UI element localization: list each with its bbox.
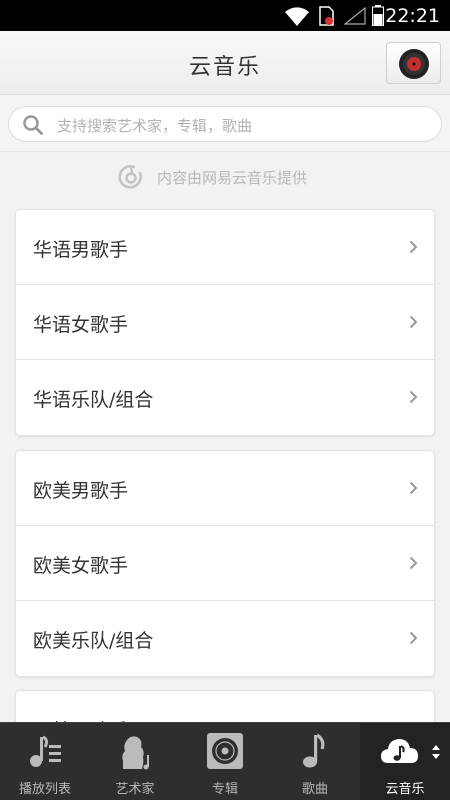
- bottom-tab-bar: 播放列表 艺术家 专辑 歌曲 云音乐: [0, 722, 450, 800]
- netease-music-logo-icon: [118, 165, 142, 189]
- category-group: 华语男歌手 华语女歌手 华语乐队/组合: [15, 209, 435, 436]
- tab-label: 歌曲: [301, 782, 328, 797]
- album-icon: [207, 733, 243, 769]
- chevron-right-icon: [409, 556, 418, 570]
- tab-label: 专辑: [211, 782, 238, 797]
- list-item-label: 华语男歌手: [33, 239, 129, 261]
- search-area: 支持搜索艺术家，专辑，歌曲: [0, 96, 450, 152]
- status-time: 22:21: [385, 5, 440, 27]
- list-item-label: 欧美女歌手: [33, 555, 129, 577]
- cloud-music-icon: [381, 739, 418, 763]
- song-icon: [303, 733, 325, 768]
- record-disc-icon: [399, 49, 429, 79]
- tab-playlist[interactable]: 播放列表: [0, 723, 90, 800]
- list-item-label: 华语女歌手: [33, 314, 129, 336]
- provider-text: 内容由网易云音乐提供: [157, 169, 308, 187]
- tab-cloud-music[interactable]: 云音乐: [360, 723, 450, 800]
- list-item[interactable]: 欧美男歌手: [16, 451, 434, 526]
- list-item-label: 华语乐队/组合: [33, 389, 154, 411]
- provider-notice: 内容由网易云音乐提供: [0, 160, 450, 196]
- list-item-label: 欧美男歌手: [33, 480, 129, 502]
- expand-arrows-icon[interactable]: [431, 743, 441, 761]
- app-header: 云音乐: [0, 31, 450, 95]
- list-item[interactable]: 欧美乐队/组合: [16, 601, 434, 676]
- search-placeholder: 支持搜索艺术家，专辑，歌曲: [57, 117, 253, 135]
- chevron-right-icon: [409, 481, 418, 495]
- category-group: 欧美男歌手 欧美女歌手 欧美乐队/组合: [15, 450, 435, 677]
- list-item[interactable]: 华语女歌手: [16, 285, 434, 360]
- page-title: 云音乐: [188, 55, 261, 80]
- status-bar: 22:21: [0, 0, 450, 31]
- chevron-right-icon: [409, 631, 418, 645]
- wifi-icon: [285, 7, 309, 26]
- now-playing-button[interactable]: [386, 42, 441, 84]
- list-item[interactable]: 欧美女歌手: [16, 526, 434, 601]
- tab-album[interactable]: 专辑: [180, 723, 270, 800]
- sim-card-icon: [319, 6, 334, 26]
- battery-icon: [372, 5, 384, 26]
- list-item[interactable]: 华语男歌手: [16, 210, 434, 285]
- signal-icon: [344, 7, 366, 25]
- tab-label: 云音乐: [385, 782, 425, 797]
- list-item[interactable]: 华语乐队/组合: [16, 360, 434, 435]
- playlist-icon: [30, 735, 61, 767]
- list-item-label: 欧美乐队/组合: [33, 630, 154, 652]
- tab-artist[interactable]: 艺术家: [90, 723, 180, 800]
- tab-songs[interactable]: 歌曲: [270, 723, 360, 800]
- chevron-right-icon: [409, 240, 418, 254]
- chevron-right-icon: [409, 315, 418, 329]
- search-input[interactable]: 支持搜索艺术家，专辑，歌曲: [8, 106, 442, 142]
- tab-label: 播放列表: [18, 782, 71, 797]
- artist-icon: [122, 736, 149, 770]
- chevron-right-icon: [409, 390, 418, 404]
- search-icon: [23, 115, 43, 135]
- tab-label: 艺术家: [115, 782, 155, 797]
